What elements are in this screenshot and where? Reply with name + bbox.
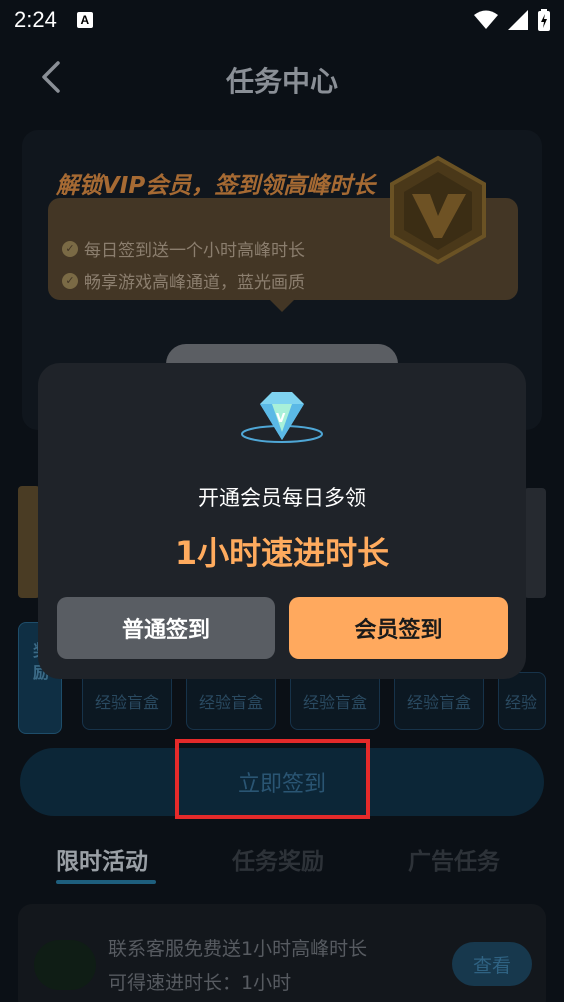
blind-box[interactable]: 经验盲盒	[394, 672, 484, 730]
vip-sign-in-button[interactable]: 会员签到	[289, 597, 508, 659]
vip-feature-text: 畅享游戏高峰通道，蓝光画质	[84, 273, 305, 293]
vip-box-tail	[268, 298, 296, 312]
vip-feature-text: 每日签到送一个小时高峰时长	[84, 241, 305, 261]
tab-limited-activity[interactable]: 限时活动	[56, 842, 148, 876]
tab-underline	[56, 880, 156, 884]
highlight-box	[175, 739, 370, 819]
check-icon: ✓	[62, 240, 78, 257]
tab-bar: 限时活动 任务奖励 广告任务	[0, 838, 564, 888]
vip-heading: 解锁VIP会员，签到领高峰时长	[56, 173, 376, 199]
gift-icon	[34, 940, 96, 990]
blind-box[interactable]: 经验盲盒	[186, 672, 276, 730]
task-subtitle: 可得速进时长：1小时	[108, 972, 292, 994]
modal-line1: 开通会员每日多领	[198, 486, 366, 510]
tab-ad-tasks[interactable]: 广告任务	[408, 842, 500, 876]
svg-text:V: V	[276, 411, 286, 425]
blind-box[interactable]: 经验盲盒	[82, 672, 172, 730]
vip-feature-1: ✓ 每日签到送一个小时高峰时长	[62, 236, 305, 261]
blind-box[interactable]: 经验盲盒	[290, 672, 380, 730]
blind-box[interactable]: 经验	[498, 672, 546, 730]
task-title: 联系客服免费送1小时高峰时长	[108, 938, 368, 960]
diamond-icon: V	[241, 392, 323, 443]
vip-feature-2: ✓ 畅享游戏高峰通道，蓝光画质	[62, 268, 305, 293]
normal-sign-in-button[interactable]: 普通签到	[57, 597, 275, 659]
tab-task-rewards[interactable]: 任务奖励	[232, 842, 324, 876]
view-button[interactable]: 查看	[452, 942, 532, 986]
vip-badge-icon	[390, 155, 486, 265]
modal-line2: 1小时速进时长	[174, 534, 390, 572]
check-icon: ✓	[62, 272, 78, 289]
